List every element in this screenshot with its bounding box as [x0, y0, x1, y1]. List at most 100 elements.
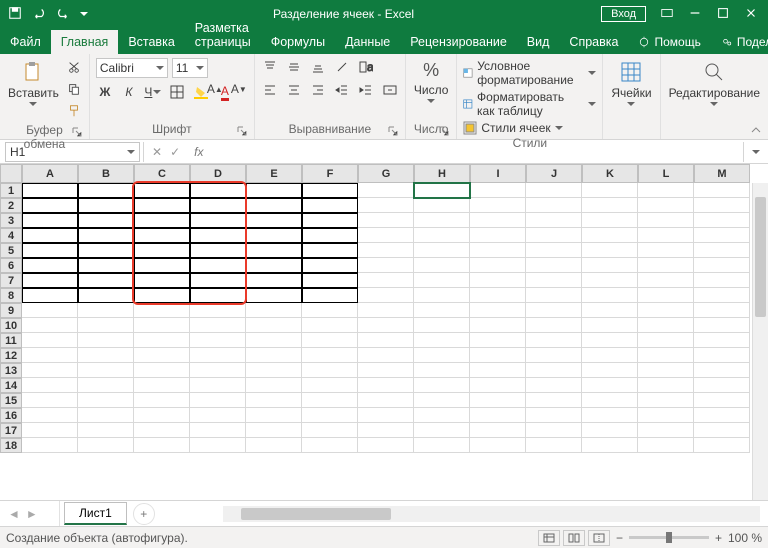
- cell[interactable]: [134, 408, 190, 423]
- cell[interactable]: [78, 333, 134, 348]
- tab-review[interactable]: Рецензирование: [400, 30, 517, 54]
- cell[interactable]: [22, 318, 78, 333]
- cell[interactable]: [78, 378, 134, 393]
- cell[interactable]: [526, 348, 582, 363]
- cell[interactable]: [470, 423, 526, 438]
- align-center-icon[interactable]: [285, 81, 303, 99]
- cell[interactable]: [22, 363, 78, 378]
- cell[interactable]: [694, 378, 750, 393]
- cell[interactable]: [190, 288, 246, 303]
- cell[interactable]: [134, 258, 190, 273]
- col-header[interactable]: D: [190, 164, 246, 183]
- cell[interactable]: [190, 318, 246, 333]
- cell[interactable]: [414, 288, 470, 303]
- cell[interactable]: [78, 273, 134, 288]
- cell[interactable]: [638, 423, 694, 438]
- cell[interactable]: [134, 213, 190, 228]
- cell[interactable]: [414, 408, 470, 423]
- cell[interactable]: [470, 258, 526, 273]
- cell[interactable]: [134, 198, 190, 213]
- row-header[interactable]: 1: [0, 183, 22, 198]
- cell[interactable]: [134, 183, 190, 198]
- cell[interactable]: [582, 183, 638, 198]
- cell[interactable]: [302, 228, 358, 243]
- cell[interactable]: [526, 288, 582, 303]
- cell[interactable]: [358, 363, 414, 378]
- cell[interactable]: [470, 348, 526, 363]
- cell[interactable]: [134, 423, 190, 438]
- col-header[interactable]: M: [694, 164, 750, 183]
- cell[interactable]: [78, 228, 134, 243]
- cell[interactable]: [638, 303, 694, 318]
- normal-view-icon[interactable]: [538, 530, 560, 546]
- cell[interactable]: [470, 363, 526, 378]
- tab-layout[interactable]: Разметка страницы: [185, 16, 261, 54]
- zoom-in-button[interactable]: +: [715, 531, 722, 545]
- cell[interactable]: [190, 228, 246, 243]
- cell[interactable]: [22, 438, 78, 453]
- cell[interactable]: [246, 228, 302, 243]
- cell[interactable]: [78, 408, 134, 423]
- zoom-control[interactable]: − + 100 %: [616, 531, 762, 545]
- new-sheet-button[interactable]: +: [133, 503, 155, 525]
- cell[interactable]: [302, 438, 358, 453]
- redo-icon[interactable]: [56, 6, 70, 23]
- cell[interactable]: [22, 213, 78, 228]
- collapse-ribbon-icon[interactable]: [750, 124, 762, 136]
- cell[interactable]: [246, 333, 302, 348]
- cell[interactable]: [78, 423, 134, 438]
- cell[interactable]: [134, 333, 190, 348]
- col-header[interactable]: C: [134, 164, 190, 183]
- cell[interactable]: [358, 423, 414, 438]
- cell[interactable]: [582, 423, 638, 438]
- cell[interactable]: [582, 303, 638, 318]
- tab-insert[interactable]: Вставка: [118, 30, 184, 54]
- cell[interactable]: [694, 213, 750, 228]
- font-name-select[interactable]: Calibri: [96, 58, 168, 78]
- cell[interactable]: [694, 258, 750, 273]
- cell[interactable]: [582, 243, 638, 258]
- cell[interactable]: [246, 273, 302, 288]
- underline-button[interactable]: Ч: [144, 83, 162, 101]
- tab-file[interactable]: Файл: [0, 30, 51, 54]
- cell[interactable]: [694, 288, 750, 303]
- editing-button[interactable]: Редактирование: [667, 58, 762, 108]
- cell[interactable]: [302, 348, 358, 363]
- cell[interactable]: [302, 423, 358, 438]
- row-header[interactable]: 3: [0, 213, 22, 228]
- row-header[interactable]: 12: [0, 348, 22, 363]
- cell[interactable]: [22, 258, 78, 273]
- cell[interactable]: [582, 318, 638, 333]
- minimize-icon[interactable]: [688, 6, 702, 23]
- cell[interactable]: [694, 198, 750, 213]
- cell[interactable]: [246, 198, 302, 213]
- cell[interactable]: [638, 348, 694, 363]
- wrap-text-icon[interactable]: ab: [357, 58, 375, 76]
- align-right-icon[interactable]: [309, 81, 327, 99]
- cell[interactable]: [470, 228, 526, 243]
- cell[interactable]: [78, 288, 134, 303]
- cell[interactable]: [246, 243, 302, 258]
- col-header[interactable]: H: [414, 164, 470, 183]
- cell[interactable]: [694, 318, 750, 333]
- cell[interactable]: [582, 198, 638, 213]
- cell[interactable]: [470, 288, 526, 303]
- increase-font-icon[interactable]: А▲: [206, 80, 224, 98]
- cell[interactable]: [638, 243, 694, 258]
- cell[interactable]: [582, 288, 638, 303]
- cell[interactable]: [526, 303, 582, 318]
- row-header[interactable]: 4: [0, 228, 22, 243]
- page-layout-view-icon[interactable]: [563, 530, 585, 546]
- cell[interactable]: [358, 198, 414, 213]
- qat-more-icon[interactable]: [80, 12, 88, 16]
- cell[interactable]: [78, 303, 134, 318]
- cell[interactable]: [470, 273, 526, 288]
- cell[interactable]: [22, 348, 78, 363]
- cell[interactable]: [358, 273, 414, 288]
- cell[interactable]: [134, 393, 190, 408]
- cell[interactable]: [358, 318, 414, 333]
- cell[interactable]: [134, 228, 190, 243]
- cell[interactable]: [78, 258, 134, 273]
- cell[interactable]: [526, 393, 582, 408]
- cell[interactable]: [22, 288, 78, 303]
